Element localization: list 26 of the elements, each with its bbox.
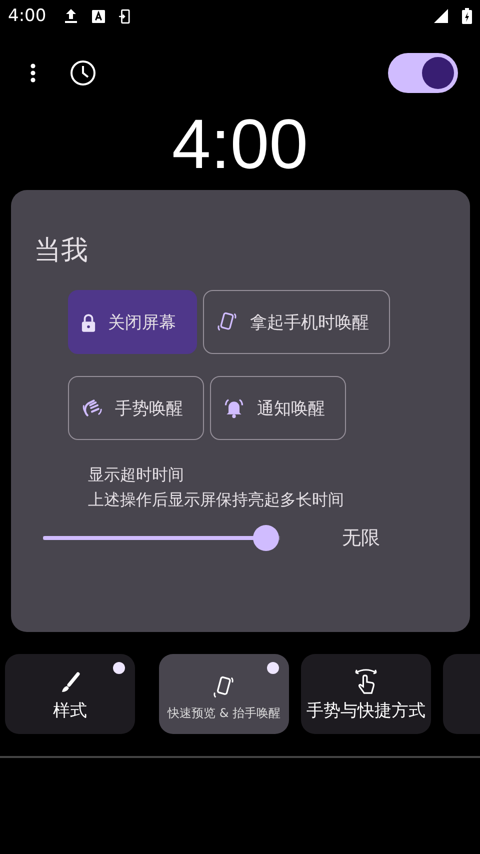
option-chip[interactable]: 拿起手机时唤醒 <box>203 290 390 354</box>
bell-icon <box>223 397 245 419</box>
more-icon[interactable] <box>30 63 36 83</box>
option-chip[interactable]: 关闭屏幕 <box>68 290 197 354</box>
panel-title: 当我 <box>33 234 89 268</box>
toggle-switch[interactable] <box>388 53 458 93</box>
lock-icon <box>81 312 96 332</box>
status-time: 4:00 <box>8 6 46 26</box>
timeout-title: 显示超时时间 <box>87 464 185 486</box>
settings-tab[interactable]: 快速预览 & 抬手唤醒 <box>159 654 289 734</box>
settings-tab[interactable]: 样式 <box>5 654 135 734</box>
battery-charging-icon <box>462 8 472 24</box>
settings-tab[interactable]: 手势与快捷方式 <box>301 654 431 734</box>
font-icon <box>92 10 106 22</box>
timeout-description: 上述操作后显示屏保持亮起多长时间 <box>87 489 345 511</box>
clock-icon[interactable] <box>70 60 96 86</box>
phone-icon <box>216 311 238 333</box>
gesture-icon <box>353 667 379 695</box>
hand-icon <box>81 397 103 419</box>
upload-icon <box>64 8 78 24</box>
device-icon <box>119 8 130 24</box>
signal-icon <box>434 9 448 23</box>
clock-time: 4:00 <box>170 108 310 180</box>
option-chip[interactable]: 手势唤醒 <box>68 376 204 440</box>
slider-value: 无限 <box>342 526 380 551</box>
option-chip[interactable]: 通知唤醒 <box>210 376 346 440</box>
